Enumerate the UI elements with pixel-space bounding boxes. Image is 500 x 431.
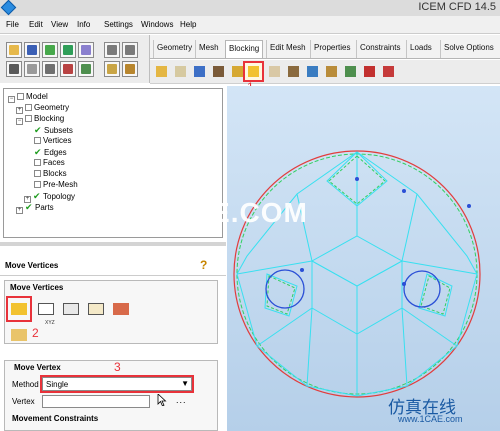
menu-bar: File Edit View Info Settings Windows Hel…	[0, 16, 500, 34]
graphics-viewport[interactable]	[227, 86, 500, 431]
save-icon[interactable]	[24, 42, 40, 58]
split-block-icon[interactable]	[172, 63, 189, 80]
open-mesh-icon[interactable]	[78, 42, 94, 58]
method-value: Single	[46, 380, 69, 389]
set-edge-length-icon[interactable]	[110, 298, 132, 320]
tab-blocking[interactable]: Blocking	[225, 40, 264, 58]
tab-properties[interactable]: Properties	[310, 40, 353, 58]
solid-view-icon[interactable]	[122, 61, 138, 77]
method-label: Method	[12, 380, 39, 389]
fit-window-icon[interactable]	[6, 61, 22, 77]
divider	[0, 275, 226, 276]
title-bar: ICEM CFD 14.5	[0, 0, 500, 16]
tab-edit-mesh[interactable]: Edit Mesh	[266, 40, 309, 58]
menu-help[interactable]: Help	[180, 20, 196, 29]
pre-mesh-quality-icon[interactable]	[323, 63, 340, 80]
merge-vertices-icon[interactable]	[191, 63, 208, 80]
panel-splitter[interactable]	[0, 242, 226, 246]
tab-geometry[interactable]: Geometry	[153, 40, 195, 58]
menu-settings[interactable]: Settings	[104, 20, 133, 29]
vertex-label: Vertex	[12, 397, 35, 406]
move-vertex-icon[interactable]	[6, 296, 32, 322]
snap-project-icon[interactable]	[85, 298, 107, 320]
select-icon[interactable]	[60, 61, 76, 77]
chevron-down-icon: ▼	[181, 379, 189, 388]
vertex-dot[interactable]	[467, 204, 471, 208]
move-vertices-group-title: Move Vertices	[10, 283, 64, 292]
menu-file[interactable]: File	[6, 20, 19, 29]
more-options-dots[interactable]: ...	[176, 395, 187, 405]
pre-mesh-smooth-icon[interactable]	[342, 63, 359, 80]
tab-mesh[interactable]: Mesh	[195, 40, 222, 58]
tree-item-vertices[interactable]: Vertices	[34, 136, 71, 147]
vertex-dot[interactable]	[300, 268, 304, 272]
menu-view[interactable]: View	[51, 20, 68, 29]
menu-edit[interactable]: Edit	[29, 20, 43, 29]
vertex-dot[interactable]	[355, 177, 359, 181]
checked-icon: ✔	[25, 202, 33, 212]
open-geometry-icon[interactable]	[42, 42, 58, 58]
panel-title: Move Vertices	[5, 261, 59, 270]
align-vertices-icon[interactable]	[60, 298, 82, 320]
move-vertices-icon[interactable]	[243, 61, 264, 82]
update-projection-icon[interactable]	[8, 324, 30, 346]
wireframe-icon[interactable]	[104, 61, 120, 77]
tree-item-blocking[interactable]: − Blocking	[16, 114, 64, 125]
blocking-toolbar	[150, 60, 500, 84]
open-blocking-icon[interactable]	[60, 42, 76, 58]
main-toolbar	[0, 35, 150, 83]
select-cursor-icon[interactable]	[157, 394, 167, 406]
menu-info[interactable]: Info	[77, 20, 90, 29]
edit-block-icon[interactable]	[210, 63, 227, 80]
vertex-input[interactable]	[42, 395, 150, 408]
xyz-label: XYZ	[45, 320, 55, 326]
tree-item-edges[interactable]: ✔ Edges	[34, 147, 67, 158]
zoom-box-icon[interactable]	[24, 61, 40, 77]
vertex-dot[interactable]	[402, 189, 406, 193]
corner-watermark-site: www.1CAE.com	[398, 414, 463, 424]
tab-constraints[interactable]: Constraints	[356, 40, 403, 58]
tab-bar: Geometry Mesh Blocking Edit Mesh Propert…	[150, 35, 500, 59]
move-vertex-group-title: Move Vertex	[14, 363, 61, 372]
pre-mesh-params-icon[interactable]	[304, 63, 321, 80]
redo-icon[interactable]	[122, 42, 138, 58]
vertex-dot[interactable]	[402, 282, 406, 286]
repair-icon[interactable]	[78, 61, 94, 77]
mesh-drawing	[227, 86, 500, 431]
checked-icon: ✔	[33, 191, 41, 201]
annotation-number-2: 2	[32, 326, 39, 340]
corner-watermark: 仿真在线 www.1CAE.com	[370, 393, 496, 429]
watermark-1cae: 1CAE.COM	[152, 197, 308, 228]
tree-item-pre-mesh[interactable]: Pre-Mesh	[34, 180, 78, 191]
undo-icon[interactable]	[104, 42, 120, 58]
tab-solve-options[interactable]: Solve Options	[440, 40, 497, 58]
annotation-number-3: 3	[114, 360, 121, 374]
transform-blocks-icon[interactable]	[266, 63, 283, 80]
measure-icon[interactable]	[42, 61, 58, 77]
delete-block-icon[interactable]	[380, 63, 397, 80]
tree-item-blocks[interactable]: Blocks	[34, 169, 67, 180]
movement-constraints-title: Movement Constraints	[12, 414, 99, 423]
tree-item-topology[interactable]: + ✔ Topology	[24, 191, 75, 203]
create-block-icon[interactable]	[153, 63, 170, 80]
tab-loads[interactable]: Loads	[406, 40, 435, 58]
tree-item-faces[interactable]: Faces	[34, 158, 65, 169]
menu-windows[interactable]: Windows	[141, 20, 173, 29]
app-logo-icon	[0, 0, 17, 16]
set-location-icon[interactable]	[35, 298, 57, 320]
tree-item-model[interactable]: − Model	[8, 92, 48, 103]
tree-item-parts[interactable]: + ✔ Parts	[16, 202, 54, 214]
tree-item-subsets[interactable]: ✔ Subsets	[34, 125, 73, 136]
window-title: ICEM CFD 14.5	[418, 1, 496, 13]
tree-item-geometry[interactable]: + Geometry	[16, 103, 69, 114]
help-icon[interactable]: ?	[200, 258, 207, 272]
edit-edge-icon[interactable]	[285, 63, 302, 80]
method-select[interactable]: Single ▼	[40, 375, 194, 393]
associate-icon[interactable]	[229, 63, 246, 80]
checked-icon: ✔	[34, 125, 42, 135]
open-folder-icon[interactable]	[6, 42, 22, 58]
block-checks-icon[interactable]	[361, 63, 378, 80]
checked-icon: ✔	[34, 147, 42, 157]
